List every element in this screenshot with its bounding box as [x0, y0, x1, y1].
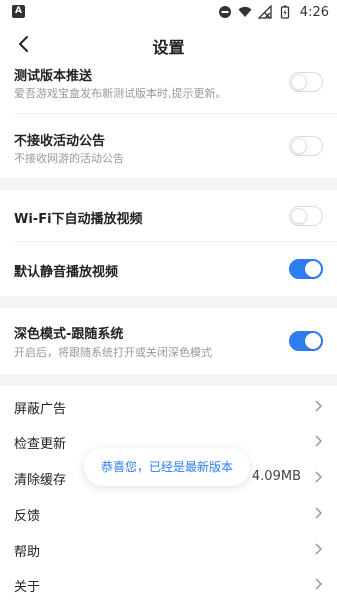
notification-a-icon: A: [12, 5, 25, 18]
do-not-disturb-icon: [218, 6, 231, 18]
update-toast: 恭喜您，已经是最新版本: [84, 448, 250, 486]
top-bar: 设置: [0, 24, 337, 64]
battery-icon: [280, 5, 289, 19]
chevron-right-icon: [315, 471, 323, 483]
setting-test-version-title: 测试版本推送: [14, 69, 93, 84]
chevron-right-icon: [315, 400, 323, 412]
setting-about[interactable]: 关于: [0, 566, 337, 600]
setting-test-version[interactable]: 测试版本推送 爱吾游戏宝盒发布新测试版本时,提示更新。: [0, 64, 337, 114]
chevron-right-icon: [315, 578, 323, 590]
setting-no-event-notice-title: 不接收活动公告: [14, 134, 106, 149]
no-event-notice-toggle[interactable]: [289, 136, 323, 156]
setting-block-ads-title: 屏蔽广告: [14, 402, 67, 417]
setting-dark-mode-title: 深色模式-跟随系统: [14, 327, 124, 342]
setting-dark-mode-subtitle: 开启后，将跟随系统打开或关闭深色模式: [14, 346, 212, 359]
section-gap: [0, 296, 337, 308]
chevron-right-icon: [315, 543, 323, 555]
setting-no-event-notice[interactable]: 不接收活动公告 不接收网游的活动公告: [0, 114, 337, 178]
setting-check-update-title: 检查更新: [14, 437, 67, 452]
test-version-toggle[interactable]: [289, 72, 323, 92]
mute-autoplay-toggle[interactable]: [289, 259, 323, 279]
wifi-icon: [238, 6, 252, 17]
setting-help[interactable]: 帮助: [0, 530, 337, 566]
setting-no-event-notice-subtitle: 不接收网游的活动公告: [14, 152, 124, 165]
section-gap: [0, 374, 337, 386]
setting-feedback-title: 反馈: [14, 509, 41, 524]
cache-size-value: 4.09MB: [251, 469, 301, 484]
chevron-right-icon: [315, 507, 323, 519]
setting-block-ads[interactable]: 屏蔽广告: [0, 386, 337, 422]
setting-wifi-autoplay-title: Wi-Fi下自动播放视频: [14, 212, 143, 227]
setting-wifi-autoplay[interactable]: Wi-Fi下自动播放视频: [0, 190, 337, 242]
signal-icon: [257, 5, 272, 19]
wifi-autoplay-toggle[interactable]: [289, 206, 323, 226]
status-bar: A 4:26: [0, 0, 337, 24]
setting-feedback[interactable]: 反馈: [0, 494, 337, 530]
section-gap: [0, 178, 337, 190]
dark-mode-toggle[interactable]: [289, 331, 323, 351]
setting-mute-autoplay-title: 默认静音播放视频: [14, 265, 119, 280]
setting-about-title: 关于: [14, 580, 41, 595]
setting-help-title: 帮助: [14, 545, 41, 560]
setting-clear-cache-title: 清除缓存: [14, 473, 67, 488]
status-time: 4:26: [299, 4, 329, 20]
setting-mute-autoplay[interactable]: 默认静音播放视频: [0, 242, 337, 296]
setting-test-version-subtitle: 爱吾游戏宝盒发布新测试版本时,提示更新。: [14, 87, 227, 100]
setting-dark-mode[interactable]: 深色模式-跟随系统 开启后，将跟随系统打开或关闭深色模式: [0, 308, 337, 374]
page-title: 设置: [152, 38, 185, 57]
chevron-right-icon: [315, 435, 323, 447]
